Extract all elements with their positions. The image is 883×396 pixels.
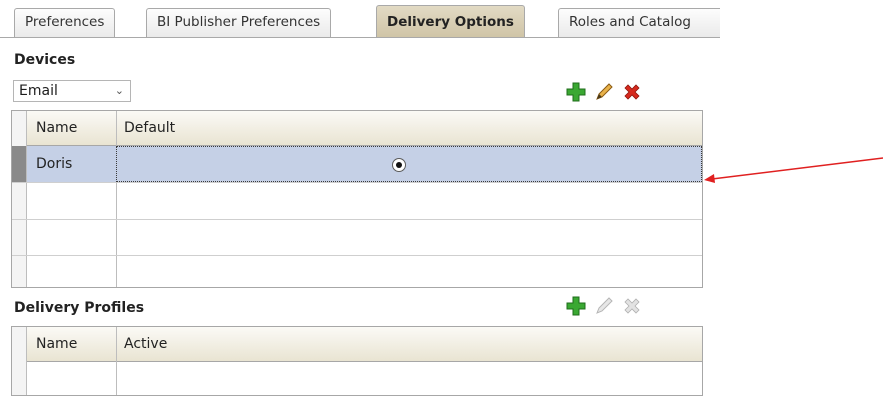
tab-delivery-options[interactable]: Delivery Options [376,5,525,38]
tab-roles-and-catalog[interactable]: Roles and Catalog [558,8,720,37]
pencil-icon[interactable] [594,82,614,102]
row-divider [12,219,702,220]
column-active-header[interactable]: Active [124,327,167,361]
x-icon [624,298,640,314]
tab-bi-publisher-preferences[interactable]: BI Publisher Preferences [146,8,332,37]
annotation-arrow-icon [704,157,883,183]
default-radio-button[interactable] [392,158,406,172]
selected-cell-focus [116,146,702,182]
row-header-column [12,327,27,395]
x-icon[interactable] [622,82,642,102]
tab-preferences[interactable]: Preferences [14,8,116,37]
row-divider [12,182,702,183]
selected-row-marker [12,146,26,182]
device-type-select[interactable]: Email ⌄ [13,80,131,102]
plus-icon[interactable] [566,82,586,102]
devices-table: Name Default Doris [11,110,703,288]
column-name-header[interactable]: Name [36,111,77,145]
pencil-icon [596,297,613,314]
chevron-down-icon: ⌄ [114,84,124,97]
row-divider [12,255,702,256]
plus-icon[interactable] [566,296,586,316]
column-divider [116,327,117,395]
column-default-header[interactable]: Default [124,111,175,145]
tab-bar: Preferences BI Publisher Preferences Del… [0,0,720,38]
devices-title: Devices [14,52,76,68]
device-type-value: Email [19,83,58,99]
delivery-profiles-title: Delivery Profiles [14,300,145,316]
column-divider [116,111,117,287]
tab-underline [0,37,720,38]
row-header-column [12,111,27,287]
column-name-header[interactable]: Name [36,327,77,361]
delivery-profiles-table: Name Active [11,326,703,396]
device-name-cell[interactable]: Doris [36,147,72,181]
